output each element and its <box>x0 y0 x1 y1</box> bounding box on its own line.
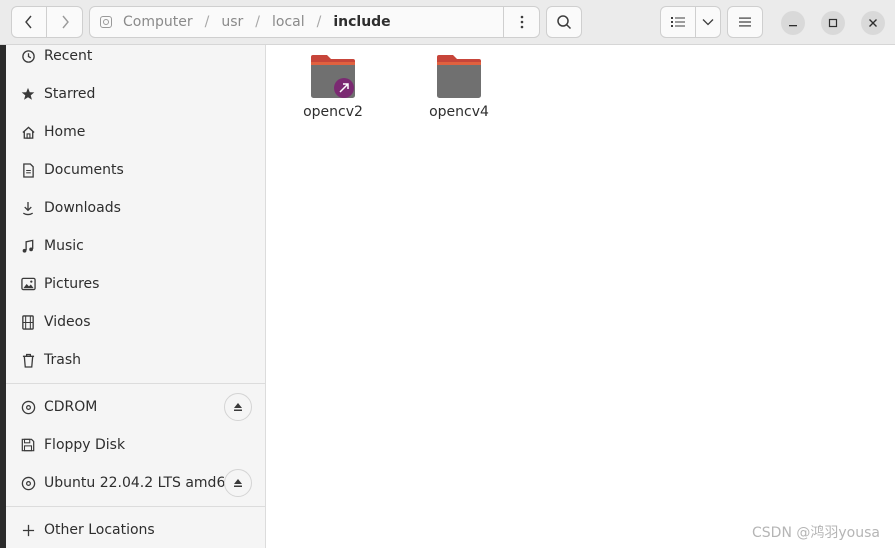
document-icon <box>20 162 36 178</box>
sidebar-item-videos[interactable]: Videos <box>6 304 265 340</box>
path-separator: / <box>255 14 260 30</box>
floppy-icon <box>20 437 36 453</box>
list-view-button[interactable] <box>660 6 696 38</box>
disc-icon <box>20 399 36 415</box>
plus-icon <box>20 522 36 538</box>
download-icon <box>20 200 36 216</box>
view-options-dropdown[interactable] <box>696 6 721 38</box>
back-button[interactable] <box>11 6 47 38</box>
eject-icon <box>234 403 242 411</box>
sidebar-item-documents[interactable]: Documents <box>6 152 265 188</box>
crumb-usr[interactable]: usr <box>219 14 245 30</box>
file-item-opencv2[interactable]: opencv2 <box>288 54 378 120</box>
chevron-down-icon <box>702 19 714 26</box>
sidebar-item-home[interactable]: Home <box>6 114 265 150</box>
sidebar-item-label: Documents <box>44 162 124 178</box>
sidebar-item-pictures[interactable]: Pictures <box>6 266 265 302</box>
eject-button[interactable] <box>224 469 252 497</box>
sidebar-item-label: Videos <box>44 314 91 330</box>
path-separator: / <box>316 14 322 30</box>
minimize-button[interactable] <box>781 11 805 35</box>
sidebar-item-label: Trash <box>44 352 81 368</box>
crumb-computer[interactable]: Computer <box>121 14 195 30</box>
picture-icon <box>20 276 36 292</box>
trash-icon <box>20 352 36 368</box>
disc-icon <box>20 475 36 491</box>
list-view-icon <box>671 17 685 27</box>
sidebar-item-label: Pictures <box>44 276 100 292</box>
chevron-left-icon <box>25 15 32 29</box>
eject-button[interactable] <box>224 393 252 421</box>
sidebar-item-downloads[interactable]: Downloads <box>6 190 265 226</box>
chevron-right-icon <box>61 15 69 29</box>
home-icon <box>20 124 36 140</box>
clock-icon <box>20 48 36 64</box>
vertical-ellipsis-icon <box>520 15 523 29</box>
close-button[interactable] <box>861 11 885 35</box>
sidebar-item-other-locations[interactable]: Other Locations <box>6 512 265 548</box>
hamburger-icon <box>739 17 751 27</box>
sidebar-item-label: CDROM <box>44 399 98 415</box>
maximize-button[interactable] <box>821 11 845 35</box>
minimize-icon <box>789 25 797 27</box>
sidebar-item-floppy-disk[interactable]: Floppy Disk <box>6 427 265 463</box>
path-bar: Computer / usr / local / include <box>89 6 504 38</box>
file-view: opencv2 opencv4 <box>267 46 895 548</box>
video-icon <box>20 314 36 330</box>
path-menu-button[interactable] <box>504 6 540 38</box>
crumb-local[interactable]: local <box>270 14 307 30</box>
sidebar-item-label: Floppy Disk <box>44 437 126 453</box>
forward-button[interactable] <box>47 6 83 38</box>
star-icon <box>20 86 36 102</box>
maximize-icon <box>828 18 838 28</box>
eject-icon <box>234 479 242 487</box>
folder-icon <box>437 55 481 98</box>
sidebar-item-cdrom[interactable]: CDROM <box>6 389 265 425</box>
sidebar-item-label: Recent <box>44 48 93 64</box>
music-icon <box>20 238 36 254</box>
sidebar-item-starred[interactable]: Starred <box>6 76 265 112</box>
computer-icon <box>100 16 112 28</box>
sidebar-item-label: Ubuntu 22.04.2 LTS amd64 <box>44 475 235 491</box>
sidebar-item-ubuntu-disc[interactable]: Ubuntu 22.04.2 LTS amd64 <box>6 465 265 501</box>
search-icon <box>557 15 572 30</box>
sidebar: Recent Starred Home Documents Downloads … <box>6 45 266 548</box>
path-separator: / <box>204 14 210 30</box>
sidebar-item-music[interactable]: Music <box>6 228 265 264</box>
file-name: opencv4 <box>429 104 489 120</box>
sidebar-item-label: Other Locations <box>44 522 155 538</box>
search-button[interactable] <box>546 6 582 38</box>
sidebar-separator <box>6 383 265 384</box>
crumb-include[interactable]: include <box>331 14 392 30</box>
sidebar-item-recent[interactable]: Recent <box>6 38 265 74</box>
sidebar-item-label: Downloads <box>44 200 121 216</box>
folder-symlink-icon <box>311 55 355 98</box>
file-name: opencv2 <box>303 104 363 120</box>
main-menu-button[interactable] <box>727 6 763 38</box>
close-icon <box>869 19 877 27</box>
sidebar-item-label: Home <box>44 124 86 140</box>
watermark: CSDN @鸿羽yousa <box>752 525 880 541</box>
sidebar-separator <box>6 506 265 507</box>
sidebar-item-label: Music <box>44 238 84 254</box>
file-item-opencv4[interactable]: opencv4 <box>414 54 504 120</box>
sidebar-item-trash[interactable]: Trash <box>6 342 265 378</box>
sidebar-item-label: Starred <box>44 86 96 102</box>
